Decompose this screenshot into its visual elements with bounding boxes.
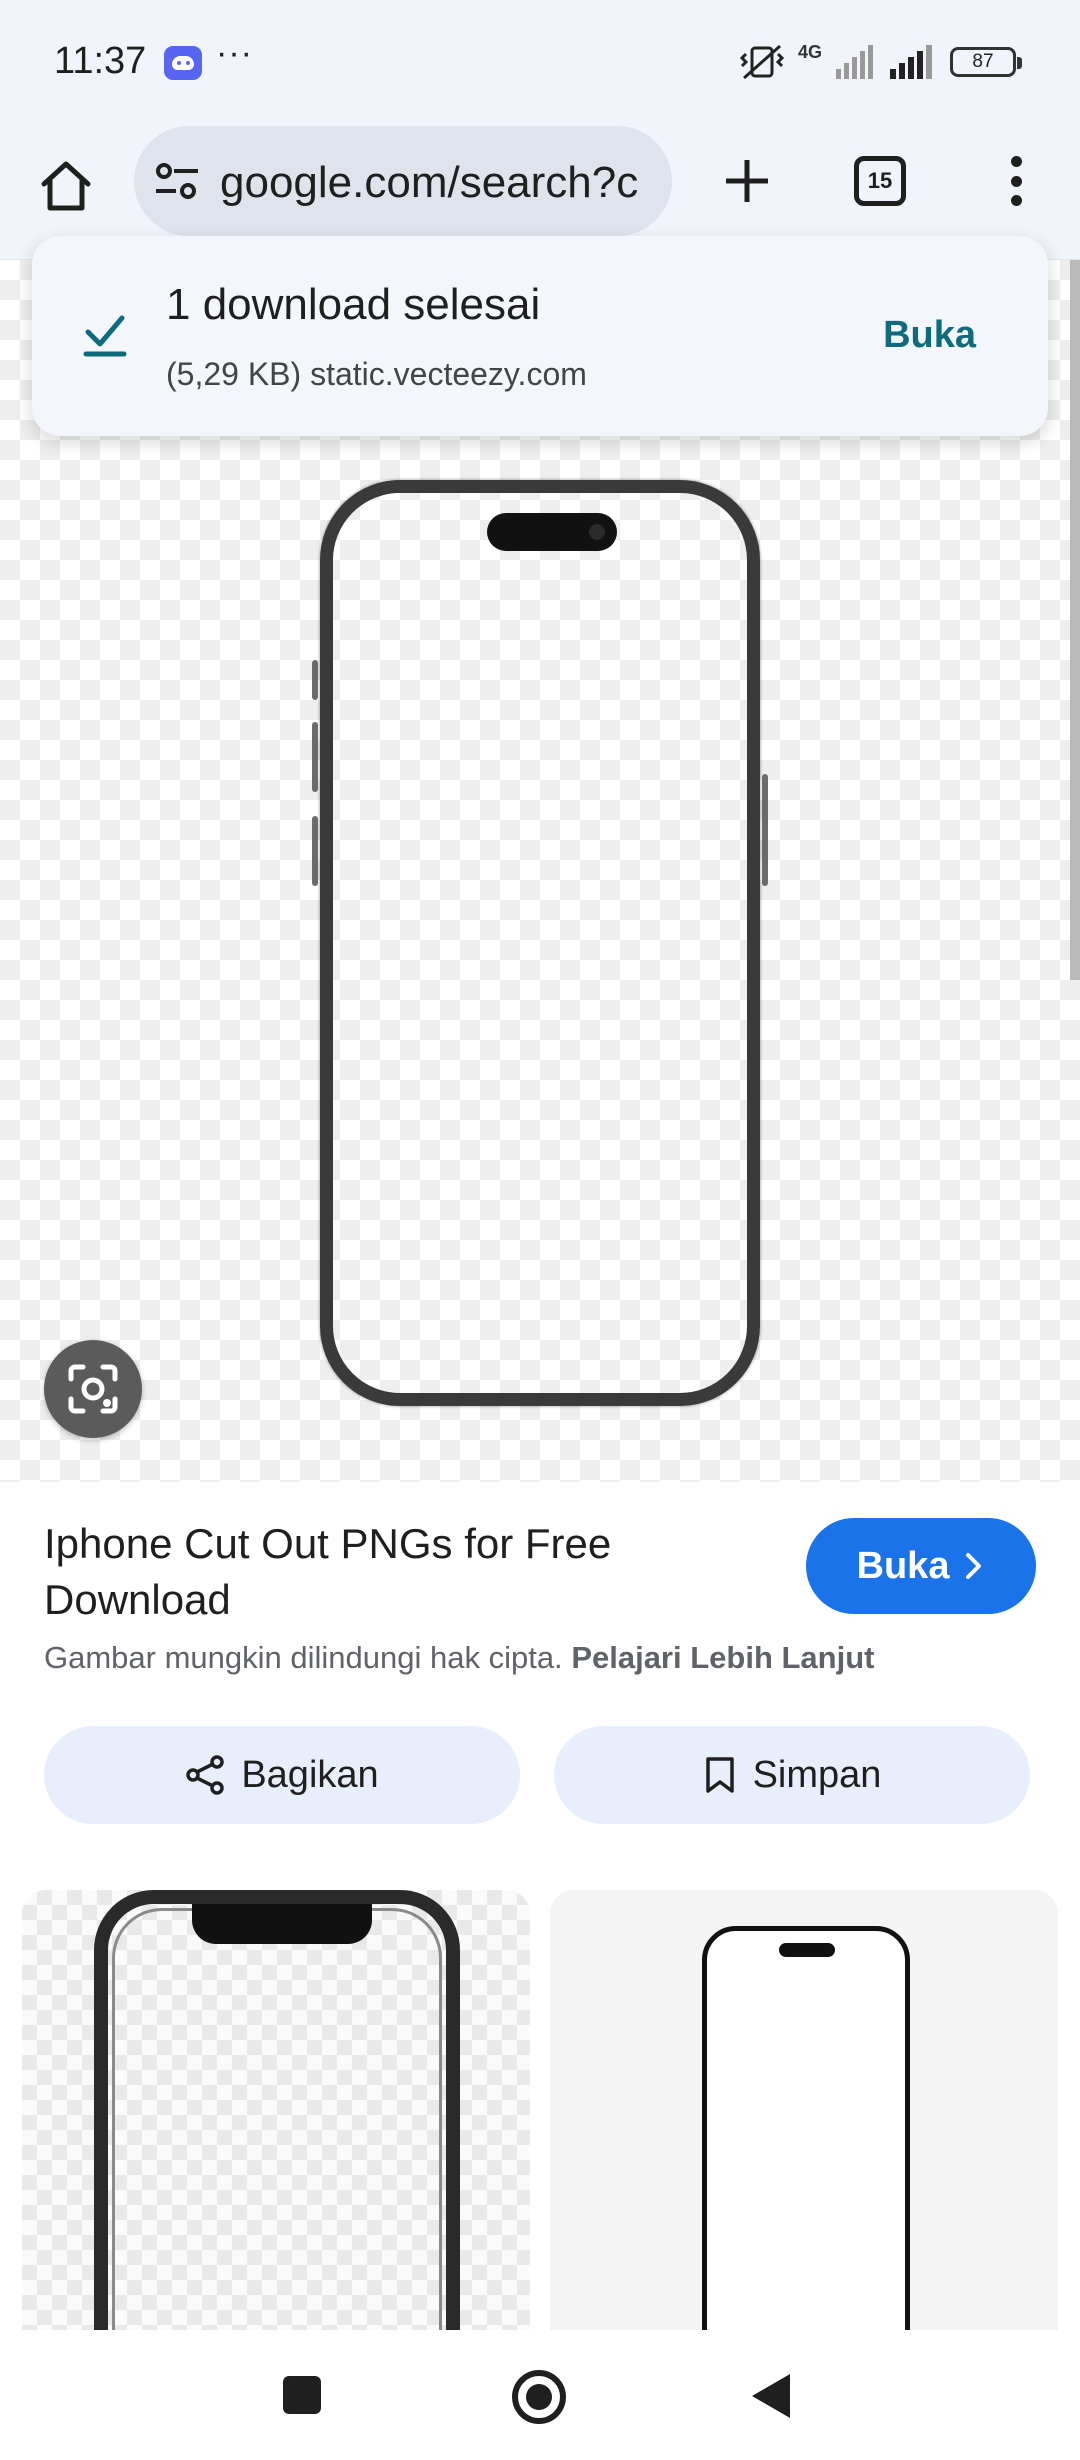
- chevron-right-icon: [966, 1553, 982, 1579]
- related-phone-graphic: [94, 1890, 460, 2330]
- battery-icon: 87: [950, 47, 1022, 77]
- image-preview[interactable]: [0, 260, 1080, 1482]
- visit-button[interactable]: Buka: [806, 1518, 1036, 1614]
- discord-icon: [164, 46, 202, 80]
- plus-icon: [726, 160, 768, 202]
- home-nav-button[interactable]: [512, 2370, 566, 2424]
- phone-side-button: [312, 816, 318, 886]
- related-image[interactable]: [22, 1890, 530, 2330]
- phone-side-button: [312, 660, 318, 700]
- google-lens-button[interactable]: [44, 1340, 142, 1438]
- status-icons: 4G 87: [739, 40, 1022, 84]
- phone-side-button: [312, 722, 318, 792]
- snackbar-title: 1 download selesai: [166, 280, 541, 329]
- save-label: Simpan: [752, 1753, 882, 1796]
- vibrate-icon: [739, 44, 784, 80]
- save-button[interactable]: Simpan: [554, 1726, 1030, 1824]
- home-button[interactable]: [30, 150, 102, 222]
- related-phone-graphic: [702, 1926, 910, 2330]
- dynamic-island: [779, 1943, 835, 1957]
- tune-icon[interactable]: [154, 161, 200, 201]
- signal-icon-sim1: [836, 45, 873, 79]
- phone-notch: [192, 1904, 372, 1944]
- recent-apps-button[interactable]: [283, 2376, 321, 2414]
- learn-more-link[interactable]: Pelajari Lebih Lanjut: [571, 1640, 874, 1675]
- bookmark-icon: [705, 1757, 734, 1793]
- copyright-notice: Gambar mungkin dilindungi hak cipta. Pel…: [44, 1640, 875, 1676]
- google-lens-icon: [68, 1364, 118, 1414]
- related-image[interactable]: [550, 1890, 1058, 2330]
- phone-side-button: [762, 774, 768, 886]
- url-text[interactable]: google.com/search?c: [220, 158, 660, 208]
- home-icon: [41, 161, 91, 211]
- back-button[interactable]: [752, 2374, 790, 2418]
- download-snackbar: 1 download selesai (5,29 KB) static.vect…: [32, 236, 1048, 436]
- snackbar-subtitle: (5,29 KB) static.vecteezy.com: [166, 356, 587, 392]
- download-done-icon: [83, 315, 127, 357]
- share-label: Bagikan: [241, 1753, 379, 1796]
- snackbar-open-button[interactable]: Buka: [883, 314, 976, 357]
- url-bar[interactable]: google.com/search?c: [134, 126, 672, 236]
- screen: 11:37 ··· 4G 87 google.com/search?c 15 1…: [0, 0, 1080, 2460]
- system-navigation-bar: [0, 2330, 1080, 2460]
- visit-button-label: Buka: [856, 1544, 950, 1587]
- status-time: 11:37: [54, 40, 147, 82]
- status-bar: 11:37 ··· 4G 87: [0, 0, 1080, 120]
- more-vert-icon[interactable]: [996, 150, 1036, 212]
- copyright-text: Gambar mungkin dilindungi hak cipta.: [44, 1640, 563, 1675]
- result-title[interactable]: Iphone Cut Out PNGs for Free Download: [44, 1516, 764, 1628]
- new-tab-button[interactable]: [712, 146, 782, 216]
- share-icon: [186, 1755, 225, 1795]
- scrollbar[interactable]: [1070, 260, 1080, 980]
- tab-switcher-button[interactable]: 15: [854, 156, 906, 206]
- phone-image: [320, 480, 760, 1406]
- more-notifications-icon: ···: [216, 34, 253, 72]
- network-type-label: 4G: [797, 41, 822, 62]
- dynamic-island: [487, 513, 617, 551]
- share-button[interactable]: Bagikan: [44, 1726, 520, 1824]
- signal-icon-sim2: [890, 45, 932, 79]
